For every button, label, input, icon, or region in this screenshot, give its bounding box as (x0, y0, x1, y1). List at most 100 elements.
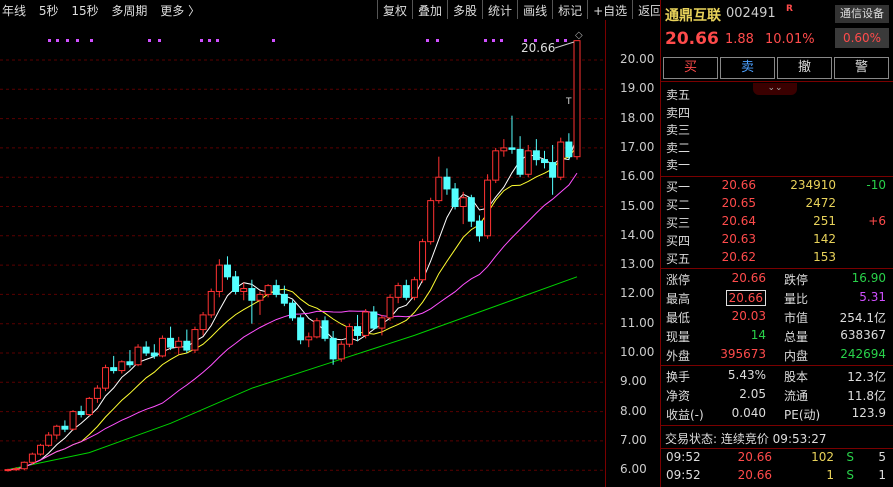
y-tick-label: 6.00 (620, 462, 647, 477)
cancel-order-button[interactable]: 撤 (777, 57, 832, 79)
candle-body (28, 453, 36, 463)
price-change: 1.88 (725, 32, 754, 47)
period-more[interactable]: 更多 〉 (160, 4, 200, 18)
candle-body (565, 141, 573, 158)
candle-body (61, 425, 69, 430)
statistics-button[interactable]: 统计 (482, 0, 517, 19)
signal-dot (564, 39, 567, 42)
price-change-pct: 10.01% (765, 32, 815, 47)
restore-rights-button[interactable]: 复权 (377, 0, 412, 19)
add-watchlist-button[interactable]: +自选 (587, 0, 632, 19)
overlay-button[interactable]: 叠加 (412, 0, 447, 19)
candle-body (240, 288, 248, 292)
stat-label: 市值 (784, 311, 809, 325)
stat-label: 跌停 (784, 273, 809, 287)
industry-change-badge: 0.60% (835, 28, 889, 48)
period-selector: 年线 5秒 15秒 多周期 更多 〉 (2, 2, 209, 19)
stat-label: PE(动) (784, 408, 821, 422)
candle-body (532, 150, 540, 161)
candle-body (77, 411, 85, 416)
buy-level-price: 20.62 (721, 250, 756, 264)
candles (4, 40, 581, 472)
buy-level-volume: 142 (813, 232, 836, 246)
stat-row: 涨停 20.66 跌停 16.90 (661, 271, 893, 288)
mark-button[interactable]: 标记 (552, 0, 587, 19)
candle-body (549, 162, 557, 178)
y-tick-label: 20.00 (620, 52, 655, 66)
sell-level-row: 卖二 (661, 139, 893, 156)
candle-body (126, 361, 134, 366)
multi-stock-button[interactable]: 多股 (447, 0, 482, 19)
candle-body (484, 179, 492, 237)
buy-level-label: 买三 (666, 216, 691, 230)
candle-body (207, 290, 215, 316)
sell-button[interactable]: 卖 (720, 57, 775, 79)
stat-value: 242694 (840, 347, 886, 361)
candle-body (508, 147, 516, 150)
stat-label: 最高 (666, 292, 691, 306)
tick-count: 1 (878, 468, 886, 482)
stat-value: 14 (750, 328, 766, 342)
stat-value: 0.040 (731, 406, 766, 420)
candle-body (289, 302, 296, 319)
candle-body (386, 296, 394, 319)
tick-volume: 102 (811, 450, 834, 464)
buy-level-label: 买四 (666, 234, 691, 248)
stat-value: 20.66 (725, 290, 766, 306)
stat-label: 外盘 (666, 349, 691, 363)
candle-body (191, 329, 199, 351)
candle-body (354, 326, 362, 336)
candle-body (150, 352, 158, 357)
candle-body (329, 337, 337, 360)
signal-dot (158, 39, 161, 42)
stat-value: 20.66 (731, 271, 766, 285)
y-tick-label: 19.00 (620, 81, 655, 96)
candle-body (467, 197, 475, 222)
candle-body (134, 346, 142, 366)
candle-body (321, 320, 329, 339)
buy-level-row: 买三 20.64 251 +6 (661, 214, 893, 231)
signal-dot (492, 39, 495, 42)
candle-body (492, 150, 500, 181)
signal-dot (500, 39, 503, 42)
chart-toolbar: 年线 5秒 15秒 多周期 更多 〉 复权 叠加 多股 统计 画线 标记 +自选… (0, 0, 662, 19)
y-tick-label: 13.00 (620, 257, 655, 272)
period-multi[interactable]: 多周期 (111, 4, 147, 18)
candle-body (45, 434, 53, 446)
candle-body (345, 326, 353, 345)
candle-body (93, 387, 101, 399)
last-price-pointer (554, 41, 575, 49)
divider (661, 176, 893, 177)
buy-level-volume: 153 (813, 250, 836, 264)
y-tick-label: 11.00 (620, 315, 655, 330)
divider (661, 81, 893, 82)
buy-button[interactable]: 买 (663, 57, 718, 79)
tick-price: 20.66 (737, 468, 772, 482)
sell-level-label: 卖一 (666, 158, 691, 172)
period-year[interactable]: 年线 (2, 4, 26, 18)
candle-body (402, 285, 410, 298)
buy-level-row: 买五 20.62 153 (661, 250, 893, 267)
period-5s[interactable]: 5秒 (39, 4, 59, 18)
industry-button[interactable]: 通信设备 (835, 5, 889, 23)
stock-code: 002491 (726, 6, 776, 21)
buy-level-volume: 2472 (805, 196, 836, 210)
stock-name: 通鼎互联 (665, 8, 721, 24)
buy-level-row: 买四 20.63 142 (661, 232, 893, 249)
stat-row: 外盘 395673 内盘 242694 (661, 347, 893, 364)
chart-tools: 复权 叠加 多股 统计 画线 标记 +自选 返回 (377, 0, 667, 19)
buy-level-price: 20.66 (721, 178, 756, 192)
stat-value: 20.03 (731, 309, 766, 323)
candle-body (12, 468, 20, 471)
signal-dot (484, 39, 487, 42)
draw-line-button[interactable]: 画线 (517, 0, 552, 19)
candle-body (313, 320, 321, 338)
signal-dot (556, 39, 559, 42)
diamond-marker: ◇ (575, 30, 583, 41)
alert-button[interactable]: 警 (834, 57, 889, 79)
candle-body (410, 279, 418, 298)
candle-body (427, 200, 435, 243)
period-15s[interactable]: 15秒 (71, 4, 98, 18)
candle-body (118, 361, 126, 372)
candlestick-chart[interactable]: 20.66 T ◇ (0, 20, 660, 487)
